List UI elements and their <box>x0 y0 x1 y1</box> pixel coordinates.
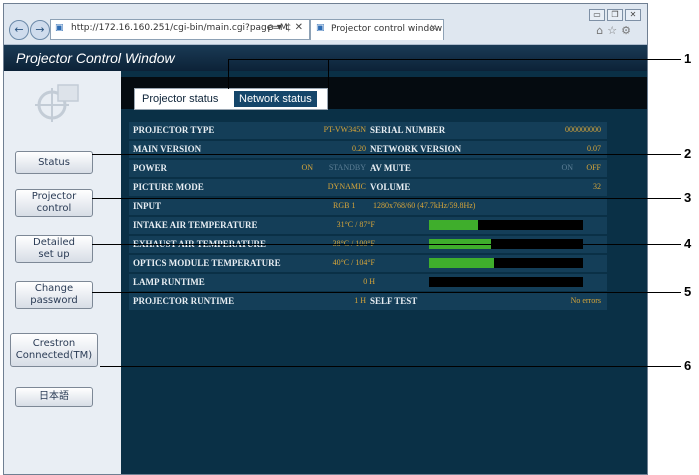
page-title: Projector Control Window <box>16 50 175 66</box>
projector-type-label: PROJECTOR TYPE <box>133 125 215 135</box>
callout-number-6: 6 <box>684 358 692 373</box>
intake-temperature-bar-fill <box>429 220 479 230</box>
main-content: Projector status Network status PROJECTO… <box>121 71 647 474</box>
network-version-value: 0.07 <box>587 144 601 153</box>
projector-runtime-value: 1 H <box>354 296 366 305</box>
app-titlebar: Projector Control Window <box>4 45 647 71</box>
table-row: OPTICS MODULE TEMPERATURE 40°C / 104°F <box>129 255 607 272</box>
av-mute-off-value: OFF <box>586 163 601 172</box>
callout-number-1: 1 <box>684 51 692 66</box>
optics-temperature-bar <box>429 258 583 268</box>
address-controls-icon[interactable]: ρ ▾ ¢ ✕ <box>267 22 303 33</box>
browser-tools-icons[interactable]: ⌂☆⚙ <box>596 24 635 37</box>
serial-number-label: SERIAL NUMBER <box>370 125 446 135</box>
optics-temperature-bar-fill <box>429 258 494 268</box>
browser-tab-title: Projector control window <box>331 24 443 34</box>
sidebar-item-projector-control[interactable]: Projector control <box>15 189 93 217</box>
callout-1-line <box>228 59 681 60</box>
callout-4-line <box>92 244 681 245</box>
lamp-runtime-value: 0 H <box>363 277 375 286</box>
input-value: RGB 1 <box>333 201 356 210</box>
table-row: PICTURE MODE DYNAMIC VOLUME 32 <box>129 179 607 196</box>
self-test-value: No errors <box>570 296 601 305</box>
sidebar-item-status[interactable]: Status <box>15 151 93 174</box>
power-standby-value: STANDBY <box>328 163 366 172</box>
table-row: INTAKE AIR TEMPERATURE 31°C / 87°F <box>129 217 607 234</box>
close-window-button[interactable]: ✕ <box>625 9 641 21</box>
intake-temperature-bar <box>429 220 583 230</box>
projector-type-value: PT-VW345N <box>323 125 366 134</box>
sidebar-item-change-password[interactable]: Change password <box>15 281 93 309</box>
tab-network-status[interactable]: Network status <box>234 91 317 107</box>
callout-number-4: 4 <box>684 236 692 251</box>
table-row: INPUT RGB 1 1280x768/60 (47.7kHz/59.8Hz) <box>129 198 607 215</box>
input-signal-value: 1280x768/60 (47.7kHz/59.8Hz) <box>373 201 476 210</box>
callout-number-3: 3 <box>684 190 692 205</box>
page-icon: ▣ <box>55 23 64 33</box>
minimize-button[interactable]: ▭ <box>589 9 605 21</box>
self-test-label: SELF TEST <box>370 296 418 306</box>
intake-air-temperature-value: 31°C / 87°F <box>336 220 375 229</box>
browser-chrome: ▭ ❐ ✕ ← → ▣ http://172.16.160.251/cgi-bi… <box>4 4 647 45</box>
browser-tab[interactable]: ▣ Projector control window × <box>310 19 444 40</box>
lamp-runtime-bar <box>429 277 583 287</box>
tab-page-icon: ▣ <box>316 23 325 33</box>
table-row: PROJECTOR RUNTIME 1 H SELF TEST No error… <box>129 293 607 310</box>
power-on-value: ON <box>301 163 313 172</box>
back-button[interactable]: ← <box>9 20 29 40</box>
address-input[interactable]: http://172.16.160.251/cgi-bin/main.cgi?p… <box>71 23 288 33</box>
picture-mode-label: PICTURE MODE <box>133 182 204 192</box>
projector-runtime-label: PROJECTOR RUNTIME <box>133 296 235 306</box>
callout-3-line <box>92 198 681 199</box>
av-mute-label: AV MUTE <box>370 163 411 173</box>
intake-air-temperature-label: INTAKE AIR TEMPERATURE <box>133 220 258 230</box>
serial-number-value: 000000000 <box>565 125 601 134</box>
forward-button[interactable]: → <box>30 20 50 40</box>
lamp-runtime-label: LAMP RUNTIME <box>133 277 205 287</box>
volume-label: VOLUME <box>370 182 411 192</box>
maximize-button[interactable]: ❐ <box>607 9 623 21</box>
table-row: MAIN VERSION 0.20 NETWORK VERSION 0.07 <box>129 141 607 158</box>
main-version-value: 0.20 <box>352 144 366 153</box>
callout-1-bracket-left <box>228 59 229 89</box>
callout-6-line <box>100 366 681 367</box>
picture-mode-value: DYNAMIC <box>327 182 366 191</box>
callout-2-line <box>92 154 681 155</box>
callout-5-line <box>92 292 681 293</box>
optics-module-temperature-value: 40°C / 104°F <box>332 258 375 267</box>
optics-module-temperature-label: OPTICS MODULE TEMPERATURE <box>133 258 281 268</box>
callout-number-5: 5 <box>684 284 692 299</box>
network-version-label: NETWORK VERSION <box>370 144 462 154</box>
browser-window: ▭ ❐ ✕ ← → ▣ http://172.16.160.251/cgi-bi… <box>3 3 648 475</box>
status-tabs: Projector status Network status <box>134 88 328 110</box>
sidebar-item-detailed-setup[interactable]: Detailed set up <box>15 235 93 263</box>
callout-number-2: 2 <box>684 146 692 161</box>
sidebar-item-japanese[interactable]: 日本語 <box>15 387 93 407</box>
sidebar-item-crestron[interactable]: Crestron Connected(TM) <box>10 333 98 367</box>
av-mute-on-value: ON <box>561 163 573 172</box>
main-version-label: MAIN VERSION <box>133 144 202 154</box>
projector-logo-icon <box>35 84 79 122</box>
address-bar[interactable]: ▣ http://172.16.160.251/cgi-bin/main.cgi… <box>50 19 310 40</box>
table-row: LAMP RUNTIME 0 H <box>129 274 607 291</box>
table-row: PROJECTOR TYPE PT-VW345N SERIAL NUMBER 0… <box>129 122 607 139</box>
window-controls: ▭ ❐ ✕ <box>589 9 641 21</box>
volume-value: 32 <box>593 182 601 191</box>
table-row: POWER ON STANDBY AV MUTE ON OFF <box>129 160 607 177</box>
input-label: INPUT <box>133 201 162 211</box>
tab-close-icon[interactable]: × <box>429 23 437 33</box>
sidebar: Status Projector control Detailed set up… <box>4 71 116 474</box>
tab-projector-status[interactable]: Projector status <box>137 91 224 107</box>
callout-1-bracket-right <box>328 59 329 89</box>
power-label: POWER <box>133 163 168 173</box>
